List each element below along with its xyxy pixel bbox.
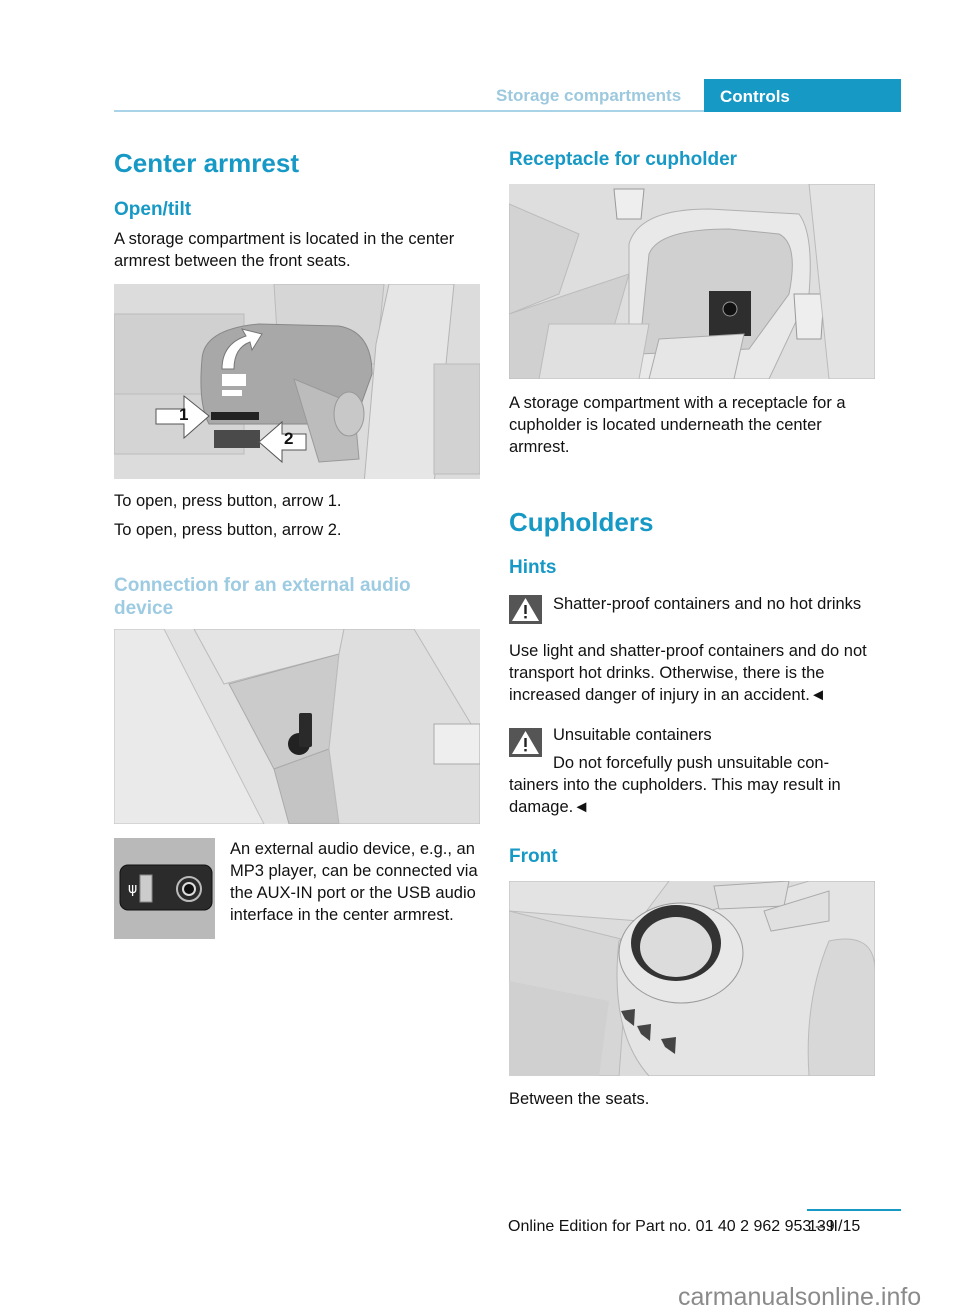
svg-text:ψ: ψ (128, 881, 137, 897)
instruction-arrow-1: To open, press button, arrow 1. (114, 492, 342, 510)
receptacle-text: A storage compartment with a receptacle … (509, 394, 846, 456)
header-chapter-tab: Controls (704, 79, 901, 112)
footer-rule (807, 1209, 901, 1211)
armrest-illustration (114, 284, 480, 479)
instruction-arrow-2: To open, press button, arrow 2. (114, 521, 342, 539)
front-cupholder-caption: Between the seats. (509, 1090, 650, 1108)
subheading-receptacle-cupholder: Receptacle for cupholder (509, 149, 738, 170)
subheading-open-tilt: Open/tilt (114, 199, 192, 220)
figure-aux-usb-port: ψ (114, 838, 215, 939)
warning-triangle-icon (509, 595, 542, 624)
warning-2-title: Unsuitable containers (553, 726, 712, 744)
page-number: 139 (808, 1218, 835, 1235)
warning-icon (509, 728, 542, 757)
header-section-title: Storage compartments (496, 86, 682, 105)
callout-1: 1 (179, 405, 189, 424)
subheading-hints: Hints (509, 557, 557, 578)
open-tilt-text: A storage compartment is located in the … (114, 230, 455, 270)
warning-1-body: Use light and shatter-proof containers a… (509, 642, 867, 704)
warning-2-body-first-line: Do not forcefully push unsuitable con- (553, 754, 830, 772)
watermark[interactable]: carmanualsonline.info (678, 1283, 921, 1312)
callout-2: 2 (284, 429, 294, 448)
figure-audio-compartment (114, 629, 480, 824)
figure-center-armrest: 1 2 (114, 284, 480, 479)
warning-icon (509, 595, 542, 624)
section-title-center-armrest: Center armrest (114, 148, 299, 178)
figure-front-cupholder (509, 881, 875, 1076)
audio-connection-text: An external audio device, e.g., an MP3 p… (230, 840, 478, 924)
section-title-cupholders: Cupholders (509, 507, 654, 537)
aux-usb-illustration: ψ (119, 864, 213, 911)
subheading-audio-connection: Connection for an external audio device (114, 575, 411, 619)
receptacle-illustration (509, 184, 875, 379)
warning-1-title: Shatter-proof containers and no hot drin… (553, 595, 862, 613)
figure-receptacle-cupholder (509, 184, 875, 379)
audio-compartment-illustration (114, 629, 480, 824)
front-cupholder-illustration (509, 881, 875, 1076)
subheading-front: Front (509, 846, 558, 867)
warning-2-body: tainers into the cupholders. This may re… (509, 776, 841, 816)
warning-triangle-icon (509, 728, 542, 757)
